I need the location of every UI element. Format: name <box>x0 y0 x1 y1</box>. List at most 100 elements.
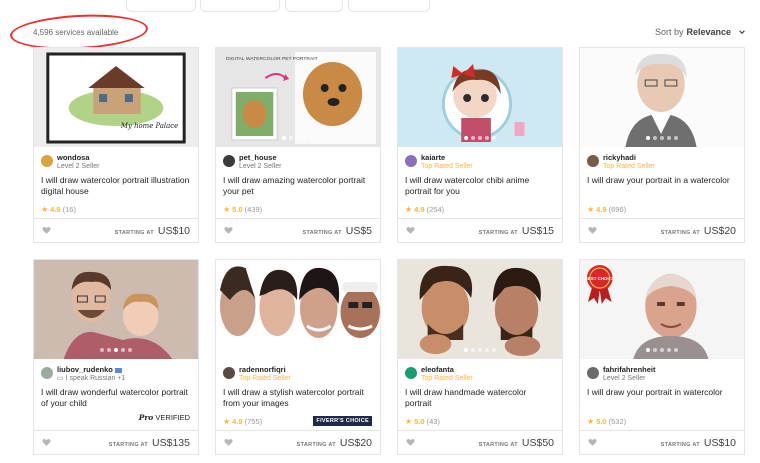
gig-image: My home Palace <box>34 48 198 147</box>
seller-name[interactable]: pet_house <box>239 153 281 162</box>
gig-card[interactable]: rickyhadi Top Rated Seller I will draw y… <box>579 47 745 243</box>
carousel-dot[interactable] <box>121 348 125 352</box>
carousel-dot[interactable] <box>485 348 489 352</box>
carousel-dot[interactable] <box>471 136 475 140</box>
gig-title[interactable]: I will draw handmade watercolor portrait <box>398 387 562 412</box>
starting-at-label: STARTING AT <box>478 441 518 448</box>
carousel-dot[interactable] <box>107 136 111 140</box>
carousel-dot[interactable] <box>653 136 657 140</box>
heart-icon[interactable] <box>224 438 233 447</box>
carousel-dot[interactable] <box>485 136 489 140</box>
gig-thumbnail[interactable] <box>398 260 562 359</box>
carousel-dot[interactable] <box>660 136 664 140</box>
heart-icon[interactable] <box>588 226 597 235</box>
heart-icon[interactable] <box>588 438 597 447</box>
gig-title[interactable]: I will draw your portrait in a watercolo… <box>580 175 744 200</box>
carousel-dot[interactable] <box>296 136 300 140</box>
gig-title[interactable]: I will draw your portrait in watercolor <box>580 387 744 412</box>
gig-thumbnail[interactable] <box>216 260 380 359</box>
avatar[interactable] <box>223 367 235 379</box>
carousel-dot[interactable] <box>310 348 314 352</box>
carousel-dot[interactable] <box>653 348 657 352</box>
heart-icon[interactable] <box>224 226 233 235</box>
carousel-dot[interactable] <box>114 348 118 352</box>
carousel-dot[interactable] <box>100 136 104 140</box>
seller-name[interactable]: eleofanta <box>421 365 473 374</box>
carousel-dot[interactable] <box>464 136 468 140</box>
heart-icon[interactable] <box>42 438 51 447</box>
carousel-dot[interactable] <box>464 348 468 352</box>
avatar[interactable] <box>405 155 417 167</box>
gig-title[interactable]: I will draw watercolor chibi anime portr… <box>398 175 562 200</box>
seller-name[interactable]: liubov_rudenko <box>57 365 125 374</box>
carousel-dot[interactable] <box>667 136 671 140</box>
avatar[interactable] <box>41 367 53 379</box>
gig-title[interactable]: I will draw wonderful watercolor portrai… <box>34 387 198 412</box>
carousel-dot[interactable] <box>100 348 104 352</box>
avatar[interactable] <box>405 367 417 379</box>
top-tab[interactable] <box>126 0 196 12</box>
gig-thumbnail[interactable] <box>398 48 562 147</box>
carousel-dot[interactable] <box>471 348 475 352</box>
carousel-dot[interactable] <box>303 348 307 352</box>
gig-card[interactable]: kaiarte Top Rated Seller I will draw wat… <box>397 47 563 243</box>
carousel-dot[interactable] <box>310 136 314 140</box>
avatar[interactable] <box>587 155 599 167</box>
carousel-dot[interactable] <box>478 136 482 140</box>
carousel-dot[interactable] <box>667 348 671 352</box>
carousel-dot[interactable] <box>296 348 300 352</box>
heart-icon[interactable] <box>406 226 415 235</box>
gig-thumbnail[interactable] <box>34 260 198 359</box>
carousel-dot[interactable] <box>674 136 678 140</box>
gig-thumbnail[interactable]: BEST CHOICE <box>580 260 744 359</box>
gig-card[interactable]: radennorfiqri Top Rated Seller I will dr… <box>215 259 381 455</box>
carousel-dot[interactable] <box>492 348 496 352</box>
seller-name[interactable]: wondosa <box>57 153 99 162</box>
sort-dropdown[interactable]: Sort by Relevance <box>655 27 746 37</box>
gig-title[interactable]: I will draw watercolor portrait illustra… <box>34 175 198 200</box>
results-count: 4,596 services available <box>33 28 119 37</box>
gig-title[interactable]: I will draw a stylish watercolor portrai… <box>216 387 380 412</box>
gig-card[interactable]: My home Palace wondosa Level 2 Seller I … <box>33 47 199 243</box>
carousel-dot[interactable] <box>128 348 132 352</box>
carousel-dot[interactable] <box>303 136 307 140</box>
carousel-dot[interactable] <box>660 348 664 352</box>
starting-at-label: STARTING AT <box>114 229 154 236</box>
gig-thumbnail[interactable]: My home Palace <box>34 48 198 147</box>
seller-name[interactable]: fahrifahrenheit <box>603 365 656 374</box>
gig-card[interactable]: DIGITAL WATERCOLOR PET PORTRAIT pet_hous… <box>215 47 381 243</box>
seller-name[interactable]: radennorfiqri <box>239 365 291 374</box>
carousel-dot[interactable] <box>478 348 482 352</box>
seller-name[interactable]: rickyhadi <box>603 153 655 162</box>
carousel-dot[interactable] <box>646 136 650 140</box>
gig-card[interactable]: BEST CHOICE fahrifahrenheit Level 2 Sell… <box>579 259 745 455</box>
avatar[interactable] <box>587 367 599 379</box>
carousel-dot[interactable] <box>107 348 111 352</box>
carousel-dot[interactable] <box>282 348 286 352</box>
carousel-dot[interactable] <box>121 136 125 140</box>
heart-icon[interactable] <box>42 226 51 235</box>
avatar[interactable] <box>223 155 235 167</box>
gig-card[interactable]: liubov_rudenko ▭ I speak Russian +1 I wi… <box>33 259 199 455</box>
rating-count: (43) <box>426 416 440 426</box>
gig-thumbnail[interactable]: DIGITAL WATERCOLOR PET PORTRAIT <box>216 48 380 147</box>
carousel-dot[interactable] <box>646 348 650 352</box>
carousel-dot[interactable] <box>674 348 678 352</box>
carousel-dot[interactable] <box>128 136 132 140</box>
svg-text:My home Palace: My home Palace <box>120 122 178 130</box>
carousel-dot[interactable] <box>289 348 293 352</box>
heart-icon[interactable] <box>406 438 415 447</box>
carousel-dot[interactable] <box>282 136 286 140</box>
top-tab[interactable] <box>348 0 430 12</box>
seller-name[interactable]: kaiarte <box>421 153 473 162</box>
gig-card[interactable]: eleofanta Top Rated Seller I will draw h… <box>397 259 563 455</box>
carousel-dot[interactable] <box>289 136 293 140</box>
carousel-dot[interactable] <box>114 136 118 140</box>
starting-at-label: STARTING AT <box>660 229 700 236</box>
gig-title[interactable]: I will draw amazing watercolor portrait … <box>216 175 380 200</box>
avatar[interactable] <box>41 155 53 167</box>
top-tab[interactable] <box>285 0 343 12</box>
top-tab[interactable] <box>200 0 280 12</box>
gig-thumbnail[interactable] <box>580 48 744 147</box>
carousel-dot[interactable] <box>492 136 496 140</box>
